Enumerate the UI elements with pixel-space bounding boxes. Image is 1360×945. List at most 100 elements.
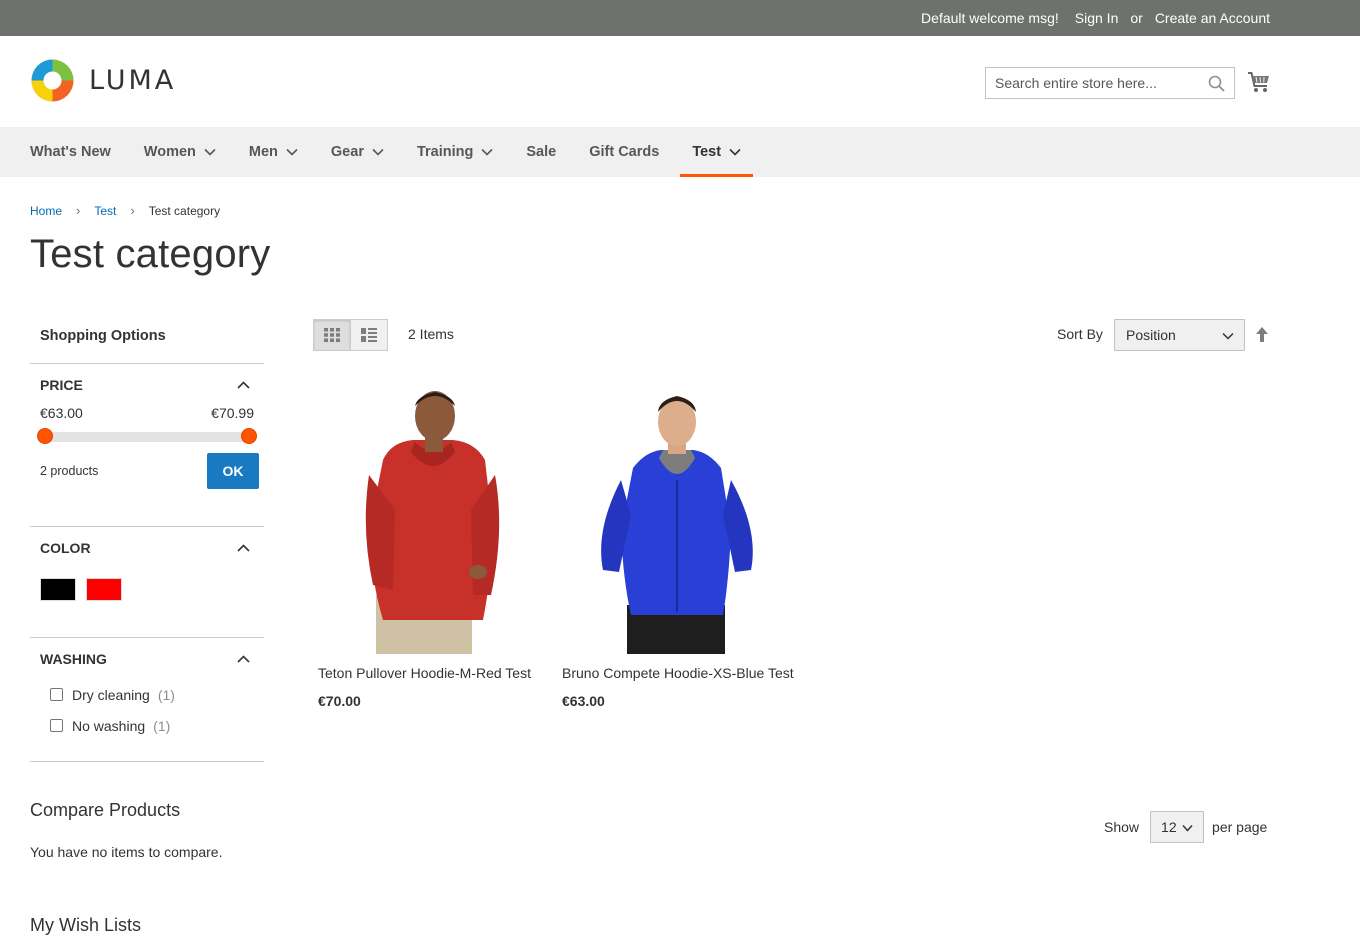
- washing-filter-header[interactable]: WASHING: [30, 638, 264, 679]
- nav-item-women[interactable]: Women: [144, 127, 216, 177]
- header-links: Default welcome msg! Sign In or Create a…: [921, 0, 1270, 36]
- chevron-up-icon[interactable]: [237, 654, 250, 663]
- chevron-down-icon: [372, 148, 384, 156]
- chevron-up-icon[interactable]: [237, 543, 250, 552]
- nav-item-men[interactable]: Men: [249, 127, 298, 177]
- grid-view-button[interactable]: [313, 319, 351, 351]
- washing-option[interactable]: Dry cleaning (1): [40, 679, 254, 710]
- header: LUMA: [0, 36, 1360, 127]
- checkbox[interactable]: [50, 719, 63, 732]
- breadcrumb-parent-link[interactable]: Test: [94, 204, 116, 218]
- welcome-message: Default welcome msg!: [921, 10, 1059, 26]
- price-min-value: €63.00: [40, 405, 83, 421]
- chevron-down-icon: [1182, 824, 1193, 832]
- per-page-select[interactable]: 12: [1150, 811, 1205, 843]
- sort-by-label: Sort By: [1057, 326, 1103, 342]
- sort-direction-arrow-up-icon[interactable]: [1254, 326, 1270, 344]
- color-filter-header[interactable]: COLOR: [30, 527, 264, 568]
- price-slider-max-handle[interactable]: [241, 428, 257, 444]
- sort-by-select[interactable]: Position: [1114, 319, 1245, 351]
- nav-item-label: Gift Cards: [589, 144, 660, 160]
- washing-option[interactable]: No washing (1): [40, 710, 254, 741]
- price-max-value: €70.99: [211, 405, 254, 421]
- search-input[interactable]: [986, 68, 1234, 98]
- nav-item-whats-new[interactable]: What's New: [30, 127, 111, 177]
- nav-item-sale[interactable]: Sale: [526, 127, 556, 177]
- color-swatches: [30, 568, 264, 637]
- product-price: €70.00: [318, 693, 361, 709]
- washing-filter-title: WASHING: [40, 650, 107, 667]
- breadcrumb-separator: ›: [76, 203, 81, 218]
- nav-item-gear[interactable]: Gear: [331, 127, 384, 177]
- price-filter: PRICE €63.00 €70.99 2 products OK: [30, 363, 264, 526]
- product-name[interactable]: Bruno Compete Hoodie-XS-Blue Test: [557, 664, 797, 683]
- product-item[interactable]: Teton Pullover Hoodie-M-Red Test €70.00: [313, 380, 553, 709]
- list-icon: [361, 328, 377, 342]
- sort-by-value: Position: [1126, 327, 1176, 343]
- nav-item-test[interactable]: Test: [680, 127, 753, 177]
- nav-item-label: Gear: [330, 144, 364, 160]
- list-view-button[interactable]: [350, 319, 388, 351]
- view-mode-switcher: [313, 319, 388, 351]
- chevron-down-icon: [286, 148, 298, 156]
- price-filter-title: PRICE: [40, 376, 83, 393]
- breadcrumb-current: Test category: [148, 203, 221, 218]
- per-page-limiter: Show 12 per page: [1104, 811, 1267, 843]
- nav-item-label: Training: [416, 144, 474, 160]
- price-range-values: €63.00 €70.99: [40, 405, 254, 421]
- nav-item-label: Women: [143, 144, 196, 160]
- sign-in-link[interactable]: Sign In: [1075, 10, 1119, 26]
- washing-option-label[interactable]: Dry cleaning: [72, 687, 150, 703]
- price-slider-min-handle[interactable]: [37, 428, 53, 444]
- product-count-text: 2 products: [40, 464, 99, 478]
- product-photo-red-hoodie: [365, 391, 500, 654]
- product-price: €63.00: [562, 693, 605, 709]
- luma-logo-icon: [31, 59, 74, 102]
- breadcrumb: Home › Test › Test category: [30, 203, 220, 218]
- breadcrumb-home-link[interactable]: Home: [30, 204, 62, 218]
- product-name[interactable]: Teton Pullover Hoodie-M-Red Test: [313, 664, 553, 683]
- top-bar: Default welcome msg! Sign In or Create a…: [0, 0, 1360, 36]
- compare-empty-message: You have no items to compare.: [30, 844, 223, 860]
- washing-options: Dry cleaning (1) No washing (1): [30, 679, 264, 761]
- nav-item-training[interactable]: Training: [417, 127, 493, 177]
- color-swatch-black[interactable]: [40, 578, 76, 601]
- or-text: or: [1130, 10, 1143, 26]
- color-filter-title: COLOR: [40, 539, 91, 556]
- product-image[interactable]: [313, 380, 553, 654]
- chevron-down-icon: [729, 148, 741, 156]
- nav-item-gift-cards[interactable]: Gift Cards: [589, 127, 659, 177]
- search-icon[interactable]: [1208, 75, 1225, 92]
- color-swatch-red[interactable]: [86, 578, 122, 601]
- nav-item-label: Test: [692, 144, 722, 160]
- breadcrumb-separator: ›: [130, 203, 135, 218]
- price-ok-button[interactable]: OK: [207, 453, 259, 489]
- product-image[interactable]: [557, 380, 797, 654]
- toolbar-item-count: 2 Items: [408, 326, 454, 342]
- main-navigation: What's New Women Men Gear Training Sale …: [0, 127, 1360, 177]
- nav-item-label: What's New: [30, 144, 111, 160]
- nav-item-label: Sale: [526, 144, 557, 160]
- show-label: Show: [1104, 819, 1140, 835]
- page-title: Test category: [30, 232, 271, 276]
- washing-option-count: (1): [153, 717, 171, 734]
- price-slider-track[interactable]: [45, 432, 249, 442]
- chevron-up-icon[interactable]: [237, 380, 250, 389]
- logo-text: LUMA: [89, 65, 177, 96]
- filter-divider: [30, 761, 264, 762]
- per-page-label: per page: [1212, 819, 1268, 835]
- per-page-value: 12: [1161, 819, 1177, 835]
- cart-icon[interactable]: [1247, 71, 1271, 93]
- layered-navigation: Shopping Options PRICE €63.00 €70.99 2 p…: [30, 318, 264, 762]
- product-photo-blue-hoodie: [601, 396, 753, 654]
- price-filter-header[interactable]: PRICE: [30, 364, 264, 405]
- nav-item-label: Men: [248, 144, 278, 160]
- color-filter: COLOR: [30, 526, 264, 637]
- logo[interactable]: LUMA: [30, 58, 176, 103]
- checkbox[interactable]: [50, 688, 63, 701]
- search-box[interactable]: [985, 67, 1235, 99]
- create-account-link[interactable]: Create an Account: [1155, 10, 1270, 26]
- product-item[interactable]: Bruno Compete Hoodie-XS-Blue Test €63.00: [557, 380, 797, 709]
- washing-filter: WASHING Dry cleaning (1) No washing (1): [30, 637, 264, 761]
- washing-option-label[interactable]: No washing: [72, 718, 145, 734]
